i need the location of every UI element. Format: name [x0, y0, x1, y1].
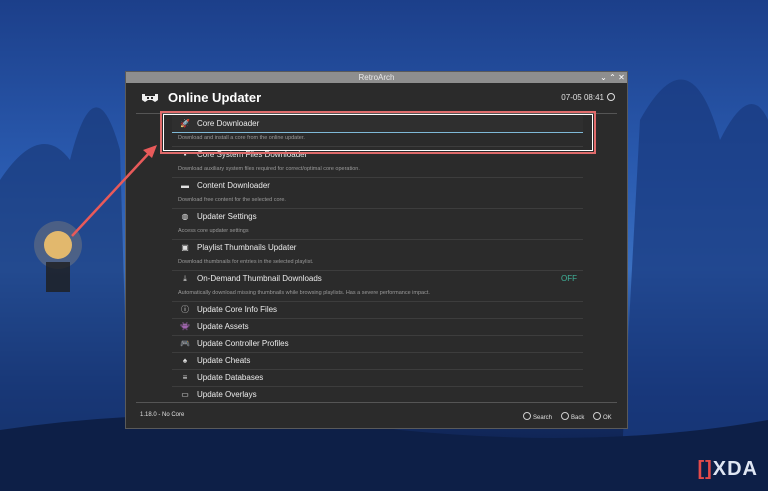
xda-watermark: []XDA [697, 458, 758, 481]
xda-text: XDA [713, 458, 758, 480]
annotation-arrow [0, 0, 768, 491]
xda-bracket: [] [697, 458, 712, 480]
